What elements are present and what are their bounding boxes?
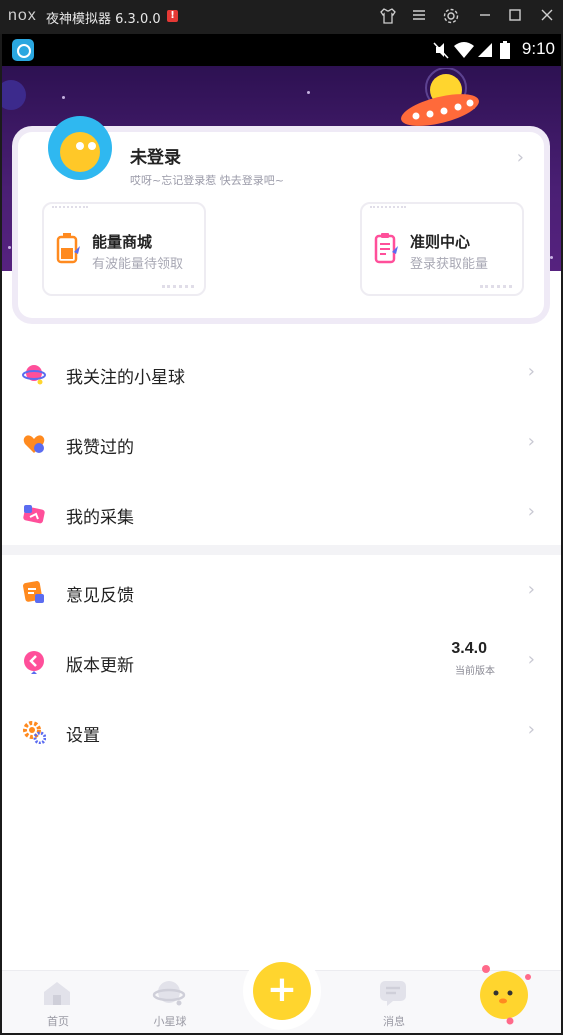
energy-mall-title: 能量商城 <box>92 233 153 251</box>
menu-item-settings[interactable]: 设置 › <box>2 702 561 762</box>
rules-center-title: 准则中心 <box>410 233 471 251</box>
menu-item-label: 设置 <box>66 726 100 746</box>
settings-gear-icon <box>22 720 47 745</box>
tab-label: 消息 <box>383 1015 405 1028</box>
minimize-icon[interactable] <box>475 7 495 27</box>
message-icon <box>376 979 410 1007</box>
version-number: 3.4.0 <box>451 640 487 657</box>
menu-item-label: 我的采集 <box>66 508 134 528</box>
nox-app-icon[interactable] <box>12 39 34 61</box>
warning-icon[interactable]: ! <box>167 10 178 22</box>
energy-mall-card[interactable]: 能量商城 有波能量待领取 <box>42 202 206 296</box>
menu-item-liked[interactable]: 我赞过的 › <box>2 414 561 474</box>
chevron-right-icon: › <box>527 431 535 452</box>
feedback-icon <box>22 580 46 604</box>
tab-home[interactable]: 首页 <box>18 971 98 1033</box>
menu-item-label: 我赞过的 <box>66 438 134 458</box>
login-subtitle: 哎呀~忘记登录惹 快去登录吧~ <box>130 174 284 187</box>
menu-icon[interactable] <box>409 7 429 27</box>
planet-icon <box>22 362 46 386</box>
menu-item-collection[interactable]: 我的采集 › <box>2 484 561 544</box>
wifi-icon <box>453 41 475 63</box>
tab-profile[interactable] <box>464 965 544 1033</box>
collection-icon <box>22 502 46 526</box>
chevron-right-icon: › <box>527 501 535 522</box>
tab-planets[interactable]: 小星球 <box>130 971 210 1033</box>
tab-messages[interactable]: 消息 <box>354 971 434 1033</box>
rules-center-card[interactable]: 准则中心 登录获取能量 <box>360 202 524 296</box>
version-caption: 当前版本 <box>455 666 495 677</box>
rules-center-desc: 登录获取能量 <box>410 257 489 272</box>
energy-mall-desc: 有波能量待领取 <box>92 257 184 272</box>
shirt-icon[interactable] <box>378 7 398 27</box>
clipboard-icon <box>374 232 398 264</box>
settings-icon[interactable] <box>441 7 461 27</box>
signal-icon <box>477 42 493 62</box>
window-title: 夜神模拟器 6.3.0.0 <box>46 12 161 27</box>
ufo-mascot-illustration <box>398 67 488 142</box>
update-icon <box>22 650 46 674</box>
close-icon[interactable] <box>537 7 557 27</box>
mute-icon <box>433 41 449 63</box>
profile-card: 未登录 哎呀~忘记登录惹 快去登录吧~ › 能量商城 有波能量待领取 准则中心 … <box>18 116 544 318</box>
menu-item-label: 意见反馈 <box>66 586 134 606</box>
menu-item-feedback[interactable]: 意见反馈 › <box>2 562 561 622</box>
energy-battery-icon <box>56 232 80 264</box>
chevron-right-icon: › <box>527 579 535 600</box>
chevron-right-icon: › <box>527 719 535 740</box>
home-icon <box>40 979 74 1007</box>
mascot-avatar-icon <box>474 963 534 1029</box>
menu-item-label: 版本更新 <box>66 656 134 676</box>
status-time: 9:10 <box>521 39 555 58</box>
app-screen: 9:10 未登录 哎呀~忘记登录惹 快去登录吧~ › 能量商城 有波能量待领取 … <box>2 34 561 1033</box>
planet-decoration <box>2 80 26 110</box>
emulator-title-bar: nox 夜神模拟器 6.3.0.0 ! <box>0 0 563 34</box>
login-row[interactable]: 未登录 哎呀~忘记登录惹 快去登录吧~ › <box>18 116 544 194</box>
status-bar: 9:10 <box>2 34 561 66</box>
tab-label: 小星球 <box>153 1015 187 1028</box>
avatar[interactable] <box>48 116 112 180</box>
nox-logo: nox <box>8 7 37 24</box>
menu-item-label: 我关注的小星球 <box>66 368 185 388</box>
section-divider <box>2 545 561 555</box>
battery-icon <box>499 40 511 64</box>
chevron-right-icon: › <box>516 147 524 168</box>
chevron-right-icon: › <box>527 649 535 670</box>
planet-tab-icon <box>152 979 186 1007</box>
heart-like-icon <box>22 432 46 456</box>
create-post-button[interactable]: + <box>253 962 311 1020</box>
maximize-icon[interactable] <box>505 7 525 27</box>
login-title: 未登录 <box>130 148 181 168</box>
chevron-right-icon: › <box>527 361 535 382</box>
menu-item-version-update[interactable]: 版本更新 3.4.0 当前版本 › <box>2 632 561 692</box>
menu-item-followed-planets[interactable]: 我关注的小星球 › <box>2 344 561 404</box>
tab-label: 首页 <box>47 1015 69 1028</box>
